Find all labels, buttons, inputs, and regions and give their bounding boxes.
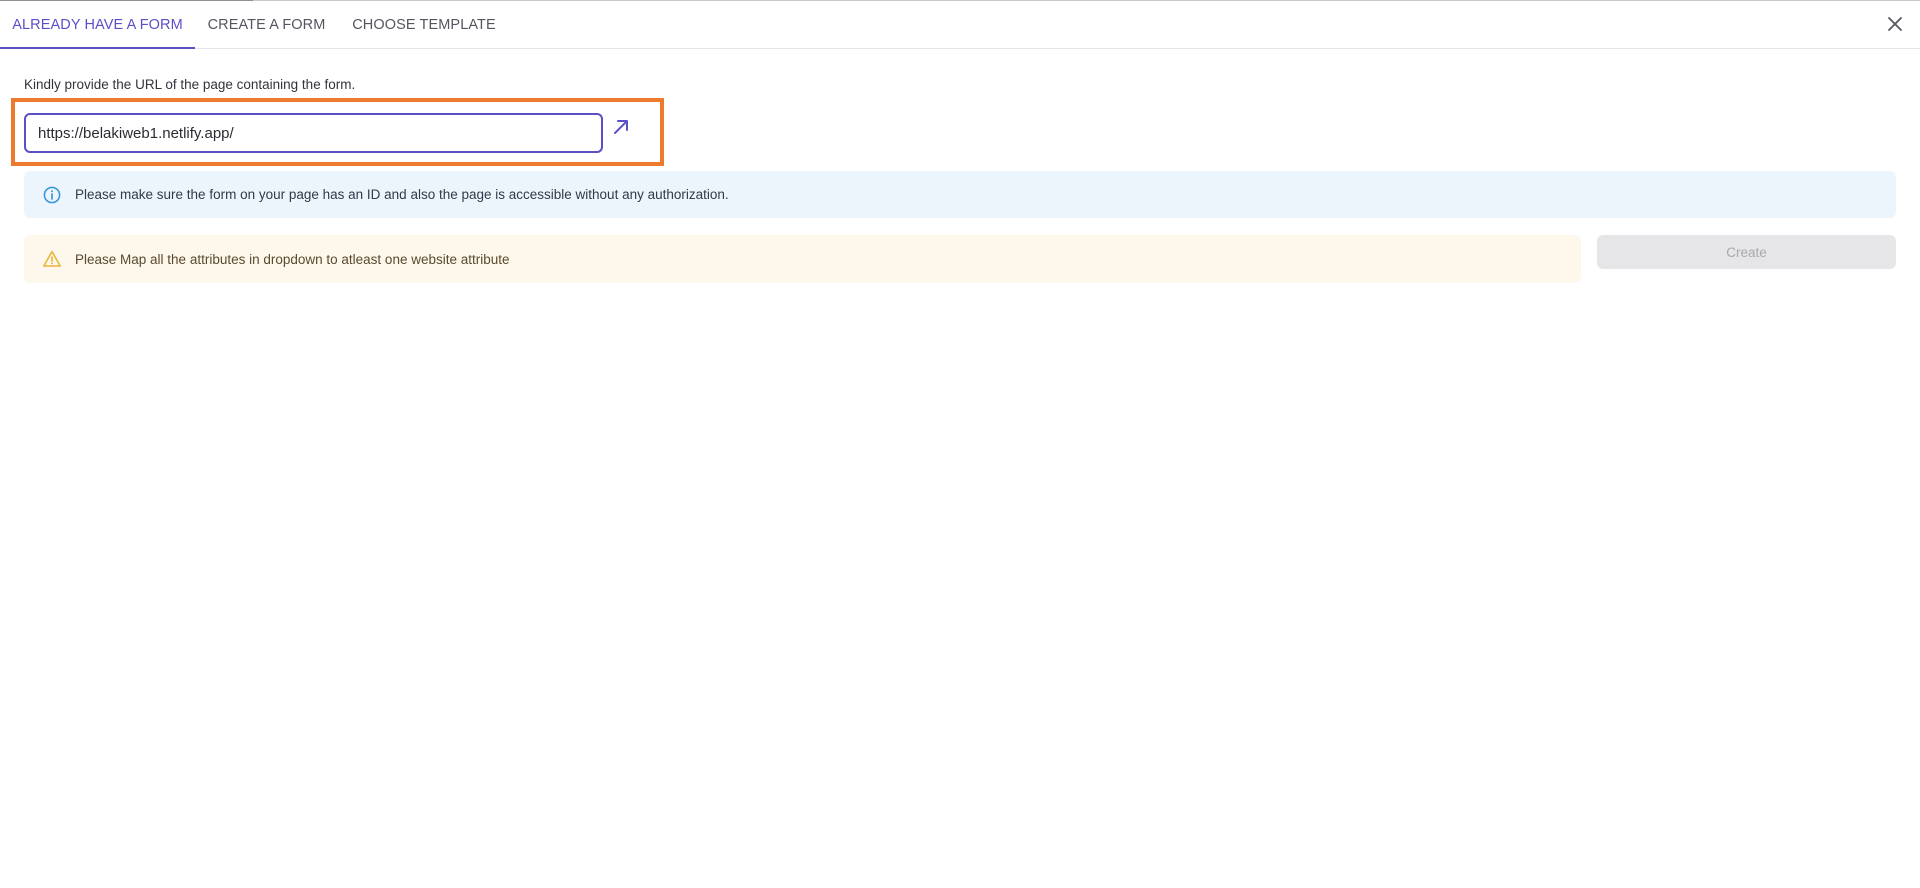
info-banner: Please make sure the form on your page h… [24, 171, 1896, 218]
open-url-button[interactable] [609, 115, 633, 139]
form-dialog: ALREADY HAVE A FORM CREATE A FORM CHOOSE… [0, 0, 1920, 888]
warning-banner-text: Please Map all the attributes in dropdow… [75, 251, 510, 267]
tab-create-a-form[interactable]: CREATE A FORM [195, 1, 338, 48]
arrow-up-right-icon [614, 120, 628, 134]
info-icon [43, 186, 61, 203]
url-input[interactable] [24, 113, 603, 153]
tab-already-have-a-form[interactable]: ALREADY HAVE A FORM [0, 1, 195, 49]
tab-bar: ALREADY HAVE A FORM CREATE A FORM CHOOSE… [0, 1, 1920, 49]
close-icon [1888, 17, 1902, 31]
info-banner-text: Please make sure the form on your page h… [75, 187, 729, 202]
warning-icon [43, 250, 61, 267]
warning-banner: Please Map all the attributes in dropdow… [24, 235, 1581, 283]
url-field-label: Kindly provide the URL of the page conta… [24, 77, 356, 92]
close-button[interactable] [1884, 13, 1906, 35]
tab-choose-template[interactable]: CHOOSE TEMPLATE [338, 1, 510, 48]
create-button[interactable]: Create [1597, 235, 1896, 269]
